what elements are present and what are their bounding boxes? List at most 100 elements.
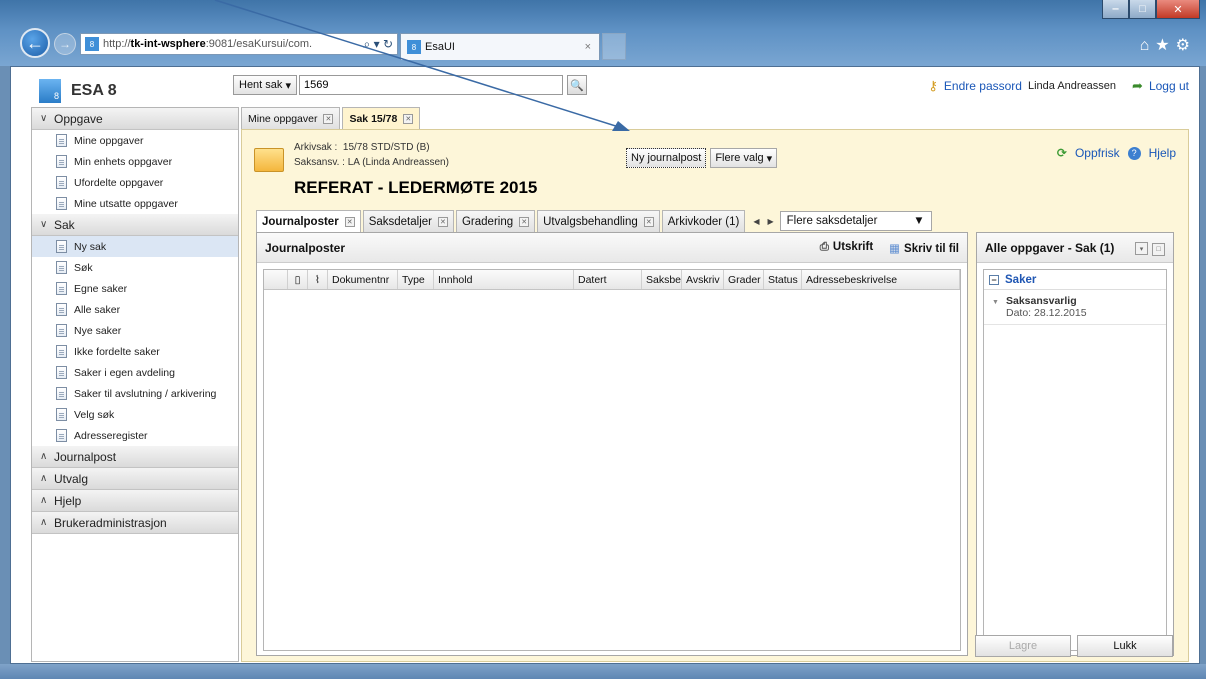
home-favorites-settings-icons[interactable]: ⌂★⚙ xyxy=(1140,35,1196,55)
col-saksbe[interactable]: Saksbe xyxy=(642,270,682,289)
col-datert[interactable]: Datert xyxy=(574,270,642,289)
more-details-select[interactable]: Flere saksdetaljer ▼ xyxy=(779,211,932,231)
maximize-icon[interactable]: □ xyxy=(1152,242,1165,256)
esa-logo-icon: 8 xyxy=(39,79,61,103)
sidebar-item-label: Mine utsatte oppgaver xyxy=(74,197,178,210)
sidebar-item-velg-sok[interactable]: Velg søk xyxy=(32,404,238,425)
accordion-utvalg-label: Utvalg xyxy=(54,471,89,486)
write-to-file-button[interactable]: ▦ Skriv til fil xyxy=(889,241,959,255)
more-options-label: Flere valg xyxy=(715,152,764,164)
refresh-link[interactable]: Oppfrisk xyxy=(1075,146,1120,160)
sidebar-item-sok[interactable]: Søk xyxy=(32,257,238,278)
minimize-button[interactable]: ‒ xyxy=(1102,0,1129,19)
close-tab-icon[interactable]: ✕ xyxy=(519,216,530,227)
col-grader[interactable]: Grader xyxy=(724,270,764,289)
tasks-group-saker[interactable]: − Saker xyxy=(984,270,1166,290)
tab-sak[interactable]: Sak 15/78 ✕ xyxy=(342,107,421,129)
tab-label: Arkivkoder (1) xyxy=(667,215,740,228)
accordion-sak[interactable]: ∨ Sak xyxy=(32,214,238,236)
expand-triangle-icon[interactable]: ▼ xyxy=(992,299,999,306)
accordion-brukeradministrasjon[interactable]: ∧ Brukeradministrasjon xyxy=(32,512,238,534)
col-type[interactable]: Type xyxy=(398,270,434,289)
search-icon: 🔍 xyxy=(570,79,584,92)
col-avskriv[interactable]: Avskriv xyxy=(682,270,724,289)
sidebar-item-nye-saker[interactable]: Nye saker xyxy=(32,320,238,341)
col-document-icon[interactable]: ▯ xyxy=(288,270,308,289)
sidebar-item-label: Saker til avslutning / arkivering xyxy=(74,387,217,400)
scroll-left-icon[interactable]: ◀ xyxy=(753,217,759,226)
close-tab-icon[interactable]: × xyxy=(585,41,591,53)
col-select[interactable] xyxy=(264,270,288,289)
sidebar-item-label: Saker i egen avdeling xyxy=(74,366,175,379)
close-tab-icon[interactable]: ✕ xyxy=(437,216,448,227)
accordion-utvalg[interactable]: ∧ Utvalg xyxy=(32,468,238,490)
tab-label: Mine oppgaver xyxy=(248,112,318,125)
new-tab-button[interactable] xyxy=(602,33,626,60)
logout-link[interactable]: Logg ut xyxy=(1149,79,1189,93)
accordion-hjelp[interactable]: ∧ Hjelp xyxy=(32,490,238,512)
tab-mine-oppgaver[interactable]: Mine oppgaver ✕ xyxy=(241,107,341,129)
col-innhold[interactable]: Innhold xyxy=(434,270,574,289)
new-journal-entry-button[interactable]: Ny journalpost xyxy=(626,148,707,168)
address-bar[interactable]: 8 http://tk-int-wsphere:9081/esaKursui/c… xyxy=(80,33,398,55)
document-icon xyxy=(56,387,67,400)
search-refresh-icons[interactable]: ⌕ ▾ ↻ xyxy=(360,37,397,52)
help-link[interactable]: Hjelp xyxy=(1149,146,1176,160)
close-tab-icon[interactable]: ✕ xyxy=(643,216,654,227)
col-adressebeskrivelse[interactable]: Adressebeskrivelse xyxy=(802,270,960,289)
accordion-hjelp-label: Hjelp xyxy=(54,493,82,508)
maximize-button[interactable]: □ xyxy=(1129,0,1156,19)
case-number-input[interactable] xyxy=(299,75,563,95)
print-button[interactable]: ⎙ Utskrift xyxy=(820,241,873,254)
logo-text: ESA 8 xyxy=(71,82,117,99)
sidebar-item-mine-oppgaver[interactable]: Mine oppgaver xyxy=(32,130,238,151)
save-button[interactable]: Lagre xyxy=(975,635,1071,657)
close-window-button[interactable]: ✕ xyxy=(1156,0,1200,19)
browser-tab-title: EsaUI xyxy=(425,41,455,53)
address-prefix: http:// xyxy=(103,38,131,50)
fetch-type-select[interactable]: Hent sak ▾ xyxy=(233,75,297,95)
scroll-right-icon[interactable]: ▶ xyxy=(767,217,773,226)
sidebar-item-mine-utsatte-oppgaver[interactable]: Mine utsatte oppgaver xyxy=(32,193,238,214)
col-dokumentnr[interactable]: Dokumentnr xyxy=(328,270,398,289)
tab-journalposter[interactable]: Journalposter ✕ xyxy=(256,210,361,232)
close-tab-icon[interactable]: ✕ xyxy=(403,113,414,124)
close-tab-icon[interactable]: ✕ xyxy=(323,113,334,124)
browser-tab[interactable]: 8 EsaUI × xyxy=(400,33,600,60)
forward-button[interactable]: → xyxy=(54,33,76,55)
back-button[interactable]: ← xyxy=(20,28,50,58)
accordion-journalpost[interactable]: ∧ Journalpost xyxy=(32,446,238,468)
col-status[interactable]: Status xyxy=(764,270,802,289)
sidebar-item-alle-saker[interactable]: Alle saker xyxy=(32,299,238,320)
change-password-link[interactable]: Endre passord xyxy=(944,79,1022,93)
sidebar-item-saker-til-avslutning[interactable]: Saker til avslutning / arkivering xyxy=(32,383,238,404)
tab-arkivkoder[interactable]: Arkivkoder (1) xyxy=(661,210,746,232)
document-icon xyxy=(56,408,67,421)
spreadsheet-icon: ▦ xyxy=(889,242,901,255)
sidebar-item-ufordelte-oppgaver[interactable]: Ufordelte oppgaver xyxy=(32,172,238,193)
close-button[interactable]: Lukk xyxy=(1077,635,1173,657)
sidebar-item-label: Min enhets oppgaver xyxy=(74,155,173,168)
sidebar-item-min-enhets-oppgaver[interactable]: Min enhets oppgaver xyxy=(32,151,238,172)
sidebar-item-ikke-fordelte-saker[interactable]: Ikke fordelte saker xyxy=(32,341,238,362)
sidebar-item-adresseregister[interactable]: Adresseregister xyxy=(32,425,238,446)
tab-saksdetaljer[interactable]: Saksdetaljer ✕ xyxy=(362,210,454,232)
collapse-minus-icon[interactable]: − xyxy=(989,274,999,285)
more-options-button[interactable]: Flere valg ▾ xyxy=(710,148,778,168)
search-button[interactable]: 🔍 xyxy=(567,75,587,95)
close-tab-icon[interactable]: ✕ xyxy=(344,216,355,227)
collapse-icon[interactable]: ▾ xyxy=(1135,242,1148,255)
sidebar-item-label: Nye saker xyxy=(74,324,122,337)
printer-icon: ⎙ xyxy=(819,241,829,253)
tasks-header: Alle oppgaver - Sak (1) ▾ □ xyxy=(977,233,1173,263)
task-item[interactable]: ▼ Saksansvarlig Dato: 28.12.2015 xyxy=(984,290,1166,325)
col-attachment-icon[interactable]: ⌇ xyxy=(308,270,328,289)
tasks-title: Alle oppgaver - Sak (1) xyxy=(985,240,1115,255)
accordion-oppgave[interactable]: ∨ Oppgave xyxy=(32,108,238,130)
sidebar-item-saker-i-egen-avdeling[interactable]: Saker i egen avdeling xyxy=(32,362,238,383)
sidebar-item-ny-sak[interactable]: Ny sak xyxy=(32,236,238,257)
tab-utvalgsbehandling[interactable]: Utvalgsbehandling ✕ xyxy=(537,210,660,232)
sidebar-item-egne-saker[interactable]: Egne saker xyxy=(32,278,238,299)
folder-icon xyxy=(254,148,284,172)
tab-gradering[interactable]: Gradering ✕ xyxy=(455,210,536,232)
